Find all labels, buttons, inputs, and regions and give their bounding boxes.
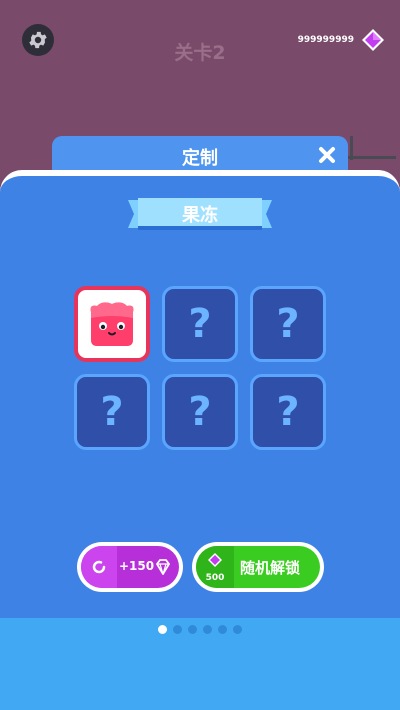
refresh-icon-area xyxy=(81,546,117,588)
gem-icon xyxy=(208,553,222,567)
unlock-label: 随机解锁 xyxy=(240,559,301,577)
page-dot[interactable] xyxy=(203,625,212,634)
currency-amount: 999999999 xyxy=(297,35,354,45)
category-banner: 果冻 xyxy=(128,196,272,232)
page-dot[interactable] xyxy=(173,625,182,634)
category-label: 果冻 xyxy=(182,205,218,226)
game-scene-decoration xyxy=(348,136,396,160)
ad-reward-label: +150 xyxy=(119,559,155,573)
gem-icon xyxy=(362,29,384,51)
skin-slot-locked[interactable]: ? xyxy=(250,286,326,362)
skin-slot-jelly[interactable] xyxy=(74,286,150,362)
close-icon xyxy=(319,147,335,163)
refresh-icon xyxy=(92,560,106,574)
random-unlock-button[interactable]: 500 随机解锁 xyxy=(192,542,324,592)
question-mark: ? xyxy=(276,301,300,347)
page-dot[interactable] xyxy=(233,625,242,634)
page-dot-active[interactable] xyxy=(158,625,167,634)
unlock-price: 500 xyxy=(205,573,225,583)
watch-ad-button-body: +150 xyxy=(81,546,179,588)
question-mark: ? xyxy=(100,389,124,435)
question-mark: ? xyxy=(188,301,212,347)
panel-title: 定制 xyxy=(182,148,218,169)
page-indicator xyxy=(0,625,400,634)
watch-ad-reward-button[interactable]: +150 xyxy=(77,542,183,592)
question-mark: ? xyxy=(276,389,300,435)
page-dot[interactable] xyxy=(218,625,227,634)
skin-slot-locked[interactable]: ? xyxy=(162,374,238,450)
close-button[interactable] xyxy=(314,142,340,168)
question-mark: ? xyxy=(188,389,212,435)
page-dot[interactable] xyxy=(188,625,197,634)
gem-icon xyxy=(156,559,170,575)
game-top-bar: 关卡2 999999999 xyxy=(0,0,400,80)
skin-slot-locked[interactable]: ? xyxy=(162,286,238,362)
skin-grid: ? ? ? ? ? xyxy=(74,286,326,452)
skin-slot-locked[interactable]: ? xyxy=(250,374,326,450)
currency-display: 999999999 xyxy=(298,26,386,54)
random-unlock-button-body: 500 随机解锁 xyxy=(196,546,320,588)
jelly-character-icon xyxy=(90,302,134,346)
unlock-price-area: 500 xyxy=(196,546,234,588)
skin-slot-locked[interactable]: ? xyxy=(74,374,150,450)
